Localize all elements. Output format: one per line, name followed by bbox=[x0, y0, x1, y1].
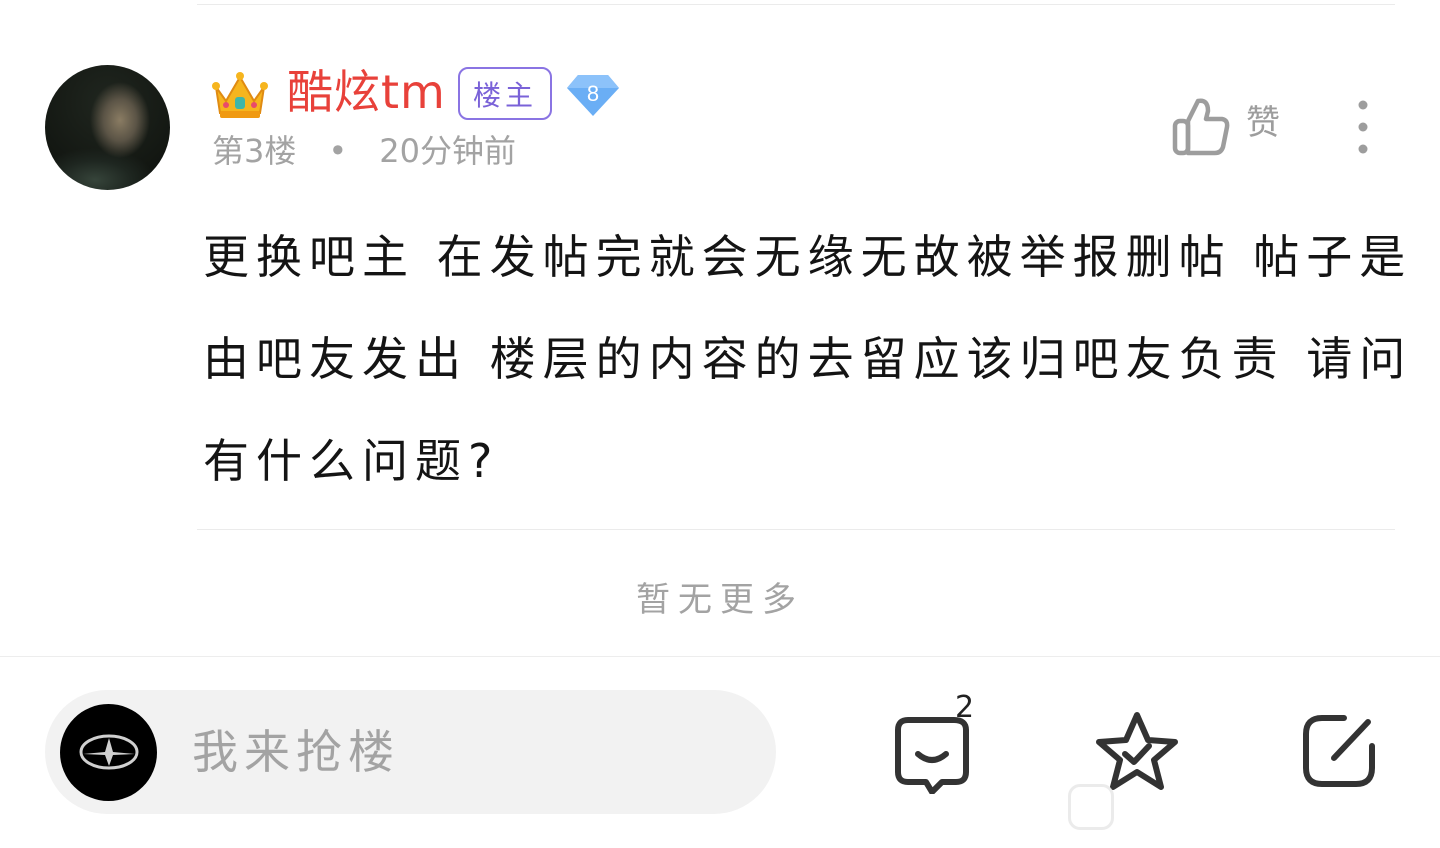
more-vertical-icon[interactable] bbox=[1352, 100, 1374, 154]
like-label: 赞 bbox=[1246, 103, 1280, 143]
share-edit-icon[interactable] bbox=[1298, 710, 1380, 792]
post-content: 更换吧主 在发帖完就会无缘无故被举报删帖 帖子是由吧友发出 楼层的内容的去留应该… bbox=[203, 230, 1413, 488]
post-meta: 第3楼 • 20分钟前 bbox=[212, 129, 516, 173]
car-logo-icon bbox=[79, 734, 139, 770]
comment-count: 2 bbox=[955, 690, 975, 725]
floor-number: 第3楼 bbox=[212, 132, 297, 170]
star-check-icon[interactable] bbox=[1094, 710, 1180, 792]
op-badge: 楼主 bbox=[458, 67, 552, 120]
reply-avatar bbox=[60, 704, 157, 801]
top-divider bbox=[197, 4, 1395, 5]
diamond-level-icon: 8 bbox=[567, 75, 619, 116]
content-divider bbox=[197, 529, 1395, 530]
list-end-text: 暂无更多 bbox=[636, 580, 804, 620]
crown-icon bbox=[212, 72, 268, 118]
like-button[interactable]: 赞 bbox=[1172, 95, 1282, 157]
meta-separator: • bbox=[328, 132, 348, 170]
username[interactable]: 酷炫tm bbox=[287, 62, 446, 122]
thumbs-up-icon bbox=[1172, 98, 1230, 156]
post-time: 20分钟前 bbox=[379, 132, 516, 170]
user-avatar[interactable] bbox=[45, 65, 170, 190]
reply-placeholder[interactable]: 我来抢楼 bbox=[192, 722, 400, 782]
watermark-logo bbox=[1068, 784, 1114, 830]
level-number: 8 bbox=[587, 81, 599, 106]
